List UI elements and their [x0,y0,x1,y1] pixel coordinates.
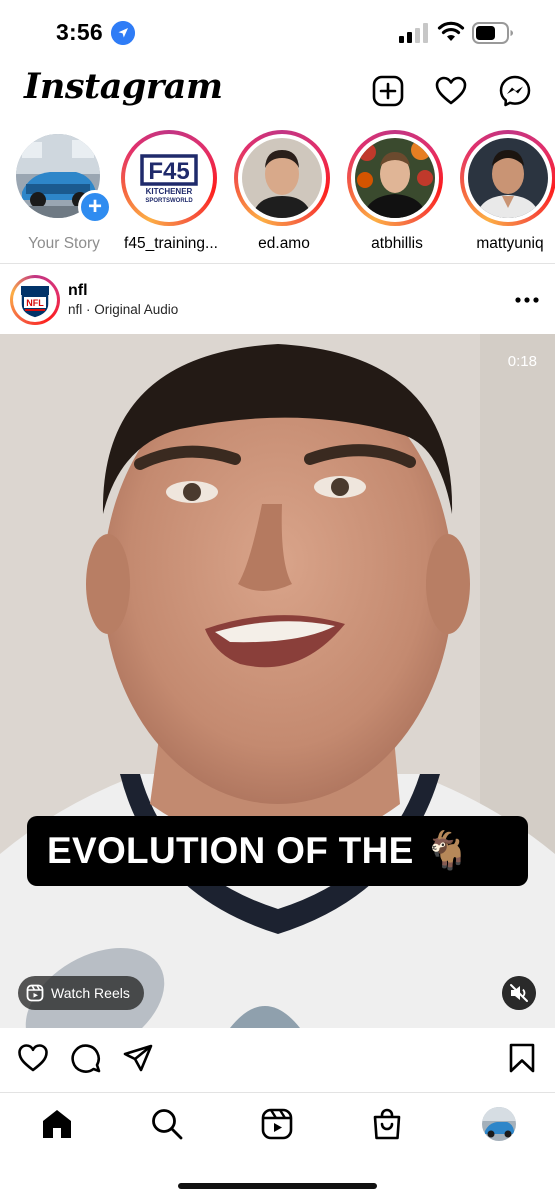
battery-icon [472,22,513,44]
svg-text:SPORTSWORLD: SPORTSWORLD [145,198,193,204]
comment-icon[interactable] [70,1042,102,1074]
video-frame-image [0,334,555,1028]
share-send-icon[interactable] [122,1042,154,1074]
search-icon[interactable] [150,1107,184,1141]
post-actions [0,1028,555,1090]
instagram-logo[interactable]: Instagram [24,66,223,107]
post-video[interactable]: 0:18 EVOLUTION OF THE 🐐 Watch Reels [0,334,555,1028]
video-duration: 0:18 [507,353,537,370]
svg-text:NFL: NFL [26,298,44,308]
add-story-plus-icon[interactable]: + [78,190,112,224]
story-username: Your Story [28,235,100,252]
muted-speaker-icon[interactable] [502,976,536,1010]
messenger-icon[interactable] [498,74,532,108]
story-username: f45_training... [124,235,218,252]
cellular-signal-icon [399,23,428,43]
watch-reels-button[interactable]: Watch Reels [18,976,144,1010]
watch-reels-label: Watch Reels [51,985,130,1001]
home-icon[interactable] [40,1107,74,1141]
post-author-avatar[interactable]: NFL [10,275,60,325]
mattyuniq-avatar [468,138,548,218]
status-time: 3:56 [56,19,103,45]
reels-icon [26,984,44,1002]
profile-avatar[interactable] [482,1107,516,1141]
reels-icon[interactable] [260,1107,294,1141]
story-username: atbhillis [371,235,423,252]
status-bar: 3:56 [0,0,555,62]
bottom-tab-bar [0,1092,555,1200]
shop-icon[interactable] [370,1107,404,1141]
home-indicator [178,1183,377,1189]
stories-tray: + Your Story F45 KITCHENER SPORTSWORLD f… [0,126,555,264]
heart-icon[interactable] [434,74,468,108]
more-options-icon[interactable] [510,288,544,312]
new-post-icon[interactable] [371,74,405,108]
svg-text:F45: F45 [148,158,189,185]
nfl-shield-icon: NFL [20,285,50,319]
svg-text:KITCHENER: KITCHENER [146,187,193,196]
wifi-icon [437,21,465,41]
save-bookmark-icon[interactable] [506,1042,538,1074]
f45-logo-avatar: F45 KITCHENER SPORTSWORLD [129,138,209,218]
atbhillis-avatar [355,138,435,218]
post-username[interactable]: nfl [68,282,88,300]
post-audio-subtitle[interactable]: nfl · Original Audio [68,302,178,317]
video-caption-overlay: EVOLUTION OF THE 🐐 [27,816,528,886]
story-username: ed.amo [258,235,310,252]
app-header: Instagram [0,62,555,124]
location-arrow-icon [111,21,135,45]
post-header: NFL nfl nfl · Original Audio [0,266,555,334]
like-heart-icon[interactable] [17,1042,49,1074]
story-username: mattyuniq [476,235,544,252]
ed-amo-avatar [242,138,322,218]
